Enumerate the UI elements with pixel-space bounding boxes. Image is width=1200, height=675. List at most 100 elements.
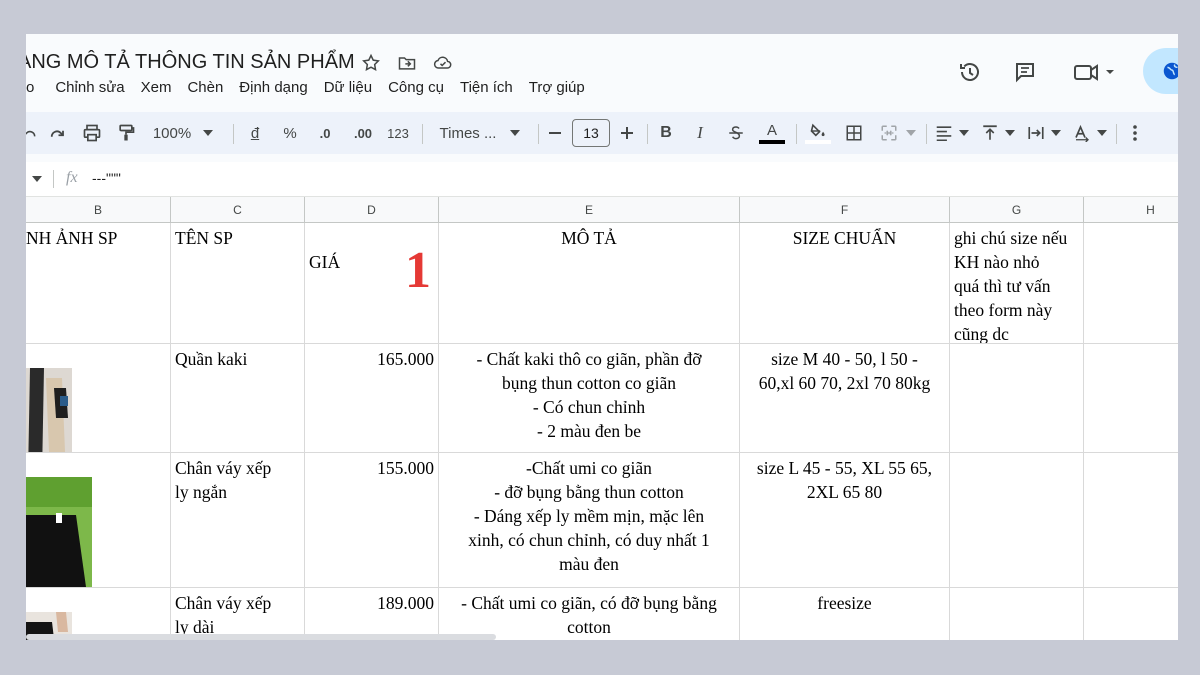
product-note-cell[interactable]	[950, 453, 1084, 588]
product-image-cell[interactable]	[26, 588, 171, 640]
empty-cell[interactable]	[1084, 344, 1178, 453]
product-description-cell[interactable]: - Chất umi co giãn, có đỡ bụng bằng cott…	[439, 588, 740, 640]
product-price-cell[interactable]: 189.000	[305, 588, 439, 640]
product-image-cell[interactable]	[26, 344, 171, 453]
product-name-cell[interactable]: Chân váy xếp ly dài	[171, 588, 305, 640]
font-family-value: Times ...	[439, 124, 497, 142]
product-size-cell[interactable]: freesize	[740, 588, 950, 640]
header-cell-price[interactable]: GIÁ 1	[305, 223, 439, 344]
column-header-h[interactable]: H	[1084, 197, 1178, 223]
column-header-g[interactable]: G	[950, 197, 1084, 223]
column-header-f[interactable]: F	[740, 197, 950, 223]
strikethrough-icon[interactable]	[724, 112, 748, 154]
column-header-d[interactable]: D	[305, 197, 439, 223]
header-cell-image[interactable]: NH ẢNH SP	[26, 223, 171, 344]
globe-icon	[1163, 62, 1178, 80]
fx-icon: fx	[66, 169, 78, 186]
column-header-c[interactable]: C	[171, 197, 305, 223]
header-cell-h[interactable]	[1084, 223, 1178, 344]
percent-format-button[interactable]: %	[280, 112, 300, 154]
decrease-font-size-icon[interactable]	[544, 112, 566, 154]
menu-data[interactable]: Dữ liệu	[316, 79, 380, 96]
chevron-down-icon	[906, 130, 916, 136]
text-color-swatch	[759, 139, 785, 144]
menu-tools[interactable]: Công cụ	[380, 79, 452, 96]
redo-icon[interactable]	[46, 112, 68, 154]
fill-color-button[interactable]	[804, 112, 832, 154]
merge-cells-icon[interactable]	[876, 112, 920, 154]
name-box-chevron-down-icon[interactable]	[32, 176, 42, 182]
vertical-align-icon[interactable]	[978, 112, 1018, 154]
header-cell-name[interactable]: TÊN SP	[171, 223, 305, 344]
font-family-select[interactable]: Times ...	[430, 112, 530, 154]
product-note-cell[interactable]	[950, 344, 1084, 453]
undo-icon[interactable]	[26, 112, 40, 154]
menu-extensions[interactable]: Tiện ích	[452, 79, 521, 96]
product-price-cell[interactable]: 165.000	[305, 344, 439, 453]
chevron-down-icon	[1097, 130, 1107, 136]
share-button[interactable]	[1143, 48, 1178, 94]
product-size-cell[interactable]: size L 45 - 55, XL 55 65, 2XL 65 80	[740, 453, 950, 588]
star-icon[interactable]	[360, 52, 382, 74]
column-header-b[interactable]: B	[26, 197, 171, 223]
product-name-cell[interactable]: Quần kaki	[171, 344, 305, 453]
formula-bar: fx ---"""	[26, 162, 1178, 197]
paint-format-icon[interactable]	[114, 112, 138, 154]
product-note-cell[interactable]	[950, 588, 1084, 640]
bold-button[interactable]: B	[656, 112, 676, 154]
header-price-label: GIÁ	[309, 252, 341, 272]
text-rotation-icon[interactable]	[1070, 112, 1110, 154]
print-icon[interactable]	[80, 112, 104, 154]
product-image-short-skirt	[26, 477, 92, 587]
increase-decimal-label: .00	[353, 125, 373, 141]
menu-help[interactable]: Trợ giúp	[521, 79, 593, 96]
menu-file[interactable]: o	[26, 79, 47, 96]
zoom-select[interactable]: 100%	[148, 112, 218, 154]
chevron-down-icon	[959, 130, 969, 136]
move-folder-icon[interactable]	[396, 52, 418, 74]
column-header-e[interactable]: E	[439, 197, 740, 223]
document-title[interactable]: ANG MÔ TẢ THÔNG TIN SẢN PHẨM	[26, 51, 355, 74]
toolbar: 100% đ % .0 .00 123 Times ... 13 B I A	[26, 112, 1178, 154]
font-size-value: 13	[572, 119, 610, 147]
font-size-input[interactable]: 13	[572, 112, 610, 154]
menu-edit[interactable]: Chỉnh sửa	[47, 79, 132, 96]
header-cell-description[interactable]: MÔ TẢ	[439, 223, 740, 344]
product-name-cell[interactable]: Chân váy xếp ly ngắn	[171, 453, 305, 588]
product-size-cell[interactable]: size M 40 - 50, l 50 - 60,xl 60 70, 2xl …	[740, 344, 950, 453]
number-format-button[interactable]: 123	[384, 112, 412, 154]
empty-cell[interactable]	[1084, 453, 1178, 588]
menu-view[interactable]: Xem	[133, 79, 180, 96]
header-cell-size-note[interactable]: ghi chú size nếu KH nào nhỏ quá thì tư v…	[950, 223, 1084, 344]
product-description-cell[interactable]: - Chất kaki thô co giãn, phần đỡ bụng th…	[439, 344, 740, 453]
product-description-cell[interactable]: -Chất umi co giãn - đỡ bụng bằng thun co…	[439, 453, 740, 588]
chevron-down-icon	[1051, 130, 1061, 136]
product-price-cell[interactable]: 155.000	[305, 453, 439, 588]
header-cell-size[interactable]: SIZE CHUẨN	[740, 223, 950, 344]
meet-video-icon[interactable]	[1070, 58, 1120, 86]
chevron-down-icon	[203, 130, 214, 136]
cloud-saved-icon[interactable]	[431, 52, 455, 74]
horizontal-scrollbar[interactable]	[26, 634, 496, 640]
comments-icon[interactable]	[1011, 58, 1039, 86]
increase-font-size-icon[interactable]	[616, 112, 638, 154]
more-options-icon[interactable]	[1124, 112, 1146, 154]
zoom-value: 100%	[152, 124, 192, 142]
text-color-button[interactable]: A	[758, 112, 786, 154]
spreadsheet-window: ANG MÔ TẢ THÔNG TIN SẢN PHẨM o Chỉnh sửa…	[26, 34, 1178, 640]
menu-insert[interactable]: Chèn	[179, 79, 231, 96]
product-image-cell[interactable]	[26, 453, 171, 588]
currency-format-button[interactable]: đ	[246, 112, 264, 154]
product-image-pants	[26, 368, 72, 452]
text-wrapping-icon[interactable]	[1024, 112, 1064, 154]
empty-cell[interactable]	[1084, 588, 1178, 640]
formula-input[interactable]: ---"""	[92, 170, 121, 186]
horizontal-align-icon[interactable]	[932, 112, 972, 154]
italic-button[interactable]: I	[690, 112, 710, 154]
version-history-icon[interactable]	[956, 58, 984, 86]
increase-decimal-button[interactable]: .00	[348, 112, 378, 154]
borders-icon[interactable]	[842, 112, 866, 154]
decrease-decimal-button[interactable]: .0	[312, 112, 338, 154]
menu-format[interactable]: Định dạng	[231, 79, 315, 96]
decrease-decimal-label: .0	[319, 125, 331, 141]
